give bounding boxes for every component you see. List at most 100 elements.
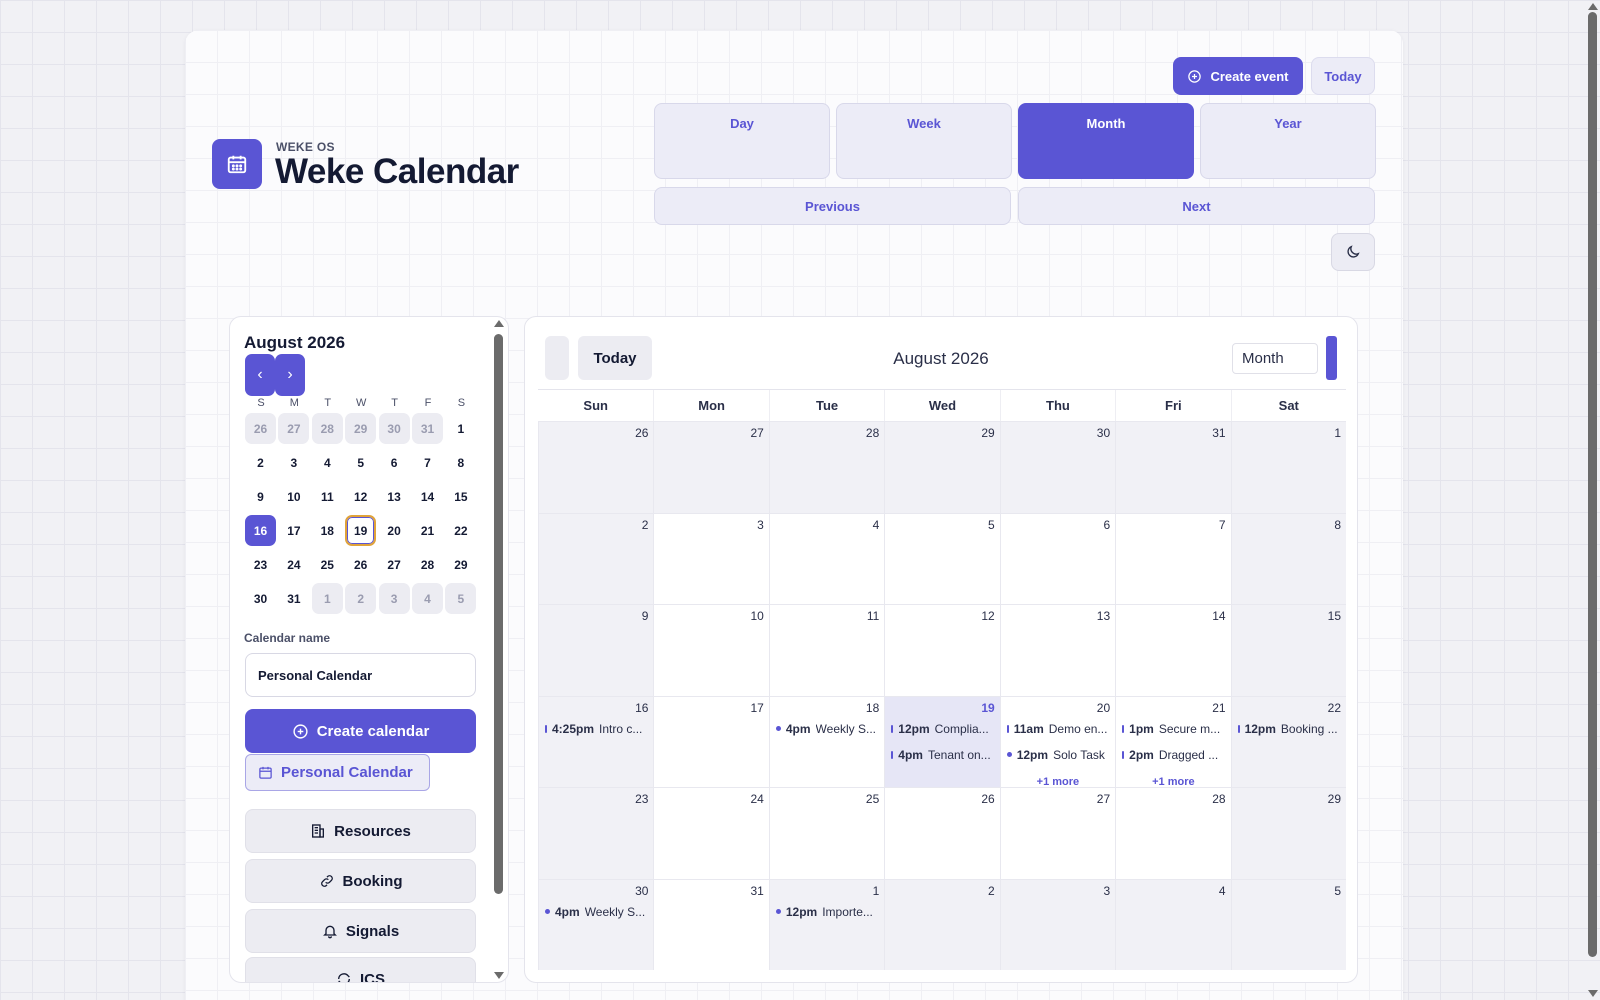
day-cell[interactable]: 19 12pm Complia... 4pm Tenant on... [884, 695, 1000, 787]
day-cell[interactable]: 29 [1230, 787, 1346, 879]
event-item[interactable]: 1pm Secure m... [1122, 721, 1226, 737]
month-view-today-button[interactable]: Today [578, 336, 652, 380]
view-tab-week[interactable]: Week [836, 103, 1012, 179]
mini-day[interactable]: 14 [412, 481, 443, 512]
mini-day[interactable]: 29 [345, 413, 377, 444]
mini-day[interactable]: 4 [412, 583, 443, 614]
page-scroll-down[interactable] [1588, 990, 1598, 997]
day-cell[interactable]: 4 [768, 512, 885, 604]
day-cell[interactable]: 5 [884, 512, 1000, 604]
day-cell[interactable]: 14 [1115, 604, 1231, 696]
mini-day[interactable]: 28 [311, 413, 343, 444]
day-cell[interactable]: 16 4:25pm Intro c... [538, 695, 654, 787]
mini-day[interactable]: 26 [345, 549, 376, 580]
mini-day[interactable]: 15 [445, 481, 476, 512]
create-event-button[interactable]: Create event [1173, 57, 1303, 95]
mini-day[interactable]: 20 [379, 515, 410, 546]
event-item[interactable]: 4pm Weekly S... [545, 904, 649, 920]
day-cell[interactable]: 28 [1115, 787, 1231, 879]
day-cell[interactable]: 28 [768, 421, 885, 513]
mini-day[interactable]: 30 [378, 413, 410, 444]
day-cell[interactable]: 30 [999, 421, 1116, 513]
calendar-name-input[interactable] [245, 653, 476, 697]
mini-day[interactable]: 28 [412, 549, 443, 580]
day-cell[interactable]: 26 [538, 421, 654, 513]
signals-button[interactable]: Signals [245, 909, 476, 953]
theme-toggle-button[interactable] [1331, 233, 1375, 271]
previous-button[interactable]: Previous [654, 187, 1011, 225]
sidebar-scroll-up[interactable] [494, 320, 504, 327]
day-cell[interactable]: 21 1pm Secure m... 2pm Dragged ... +1 more [1115, 695, 1231, 788]
day-cell[interactable]: 8 [1230, 512, 1346, 604]
event-item[interactable]: 4pm Weekly S... [775, 721, 880, 737]
mini-day[interactable]: 24 [278, 549, 309, 580]
mini-day[interactable]: 7 [412, 447, 443, 478]
mini-day[interactable]: 21 [412, 515, 443, 546]
day-cell[interactable]: 4 [1115, 878, 1231, 970]
sidebar-scrollbar[interactable] [494, 334, 503, 894]
day-cell[interactable]: 31 [1115, 421, 1231, 513]
day-cell[interactable]: 11 [768, 604, 885, 696]
calendar-chip[interactable]: Personal Calendar [245, 754, 430, 791]
month-view-next-button[interactable] [1326, 336, 1337, 380]
view-tab-year[interactable]: Year [1200, 103, 1376, 179]
view-select[interactable]: Month [1232, 343, 1318, 374]
day-cell[interactable]: 2 [538, 512, 654, 604]
next-button[interactable]: Next [1018, 187, 1375, 225]
day-cell[interactable]: 3 [999, 878, 1116, 970]
event-item[interactable]: 2pm Dragged ... [1122, 747, 1226, 763]
day-cell[interactable]: 7 [1115, 512, 1231, 604]
day-cell[interactable]: 31 [653, 878, 769, 970]
mini-day[interactable]: 2 [245, 447, 276, 478]
day-cell[interactable]: 17 [653, 695, 769, 787]
page-scrollbar[interactable] [1588, 12, 1597, 957]
mini-day[interactable]: 27 [278, 413, 310, 444]
event-item[interactable]: 12pm Booking ... [1237, 721, 1342, 737]
mini-day[interactable]: 2 [345, 583, 377, 614]
day-cell[interactable]: 26 [884, 787, 1000, 879]
mini-day[interactable]: 22 [445, 515, 476, 546]
mini-day[interactable]: 17 [278, 515, 309, 546]
event-item[interactable]: 12pm Complia... [891, 721, 995, 737]
day-cell[interactable]: 13 [999, 604, 1116, 696]
mini-day[interactable]: 12 [345, 481, 376, 512]
day-cell[interactable]: 10 [653, 604, 769, 696]
day-cell[interactable]: 12 [884, 604, 1000, 696]
mini-day[interactable]: 25 [312, 549, 343, 580]
mini-day[interactable]: 6 [379, 447, 410, 478]
day-cell[interactable]: 5 [1230, 878, 1346, 970]
event-item[interactable]: 4:25pm Intro c... [545, 721, 649, 737]
mini-day[interactable]: 5 [445, 583, 477, 614]
view-tab-day[interactable]: Day [654, 103, 830, 179]
mini-day[interactable]: 9 [245, 481, 276, 512]
mini-day[interactable]: 26 [245, 413, 276, 444]
mini-day[interactable]: 1 [445, 413, 476, 444]
mini-day[interactable]: 30 [245, 583, 276, 614]
ics-button[interactable]: ICS [245, 957, 476, 982]
day-cell[interactable]: 9 [538, 604, 654, 696]
event-item[interactable]: 11am Demo en... [1006, 721, 1111, 737]
mini-day[interactable]: 31 [278, 583, 309, 614]
event-item[interactable]: 12pm Solo Task [1006, 747, 1111, 763]
mini-day[interactable]: 4 [312, 447, 343, 478]
mini-day[interactable]: 11 [312, 481, 343, 512]
mini-day[interactable]: 19 [345, 515, 377, 546]
today-button[interactable]: Today [1311, 57, 1375, 95]
mini-day[interactable]: 8 [445, 447, 476, 478]
mini-day[interactable]: 1 [311, 583, 343, 614]
page-scroll-up[interactable] [1588, 3, 1598, 10]
mini-day[interactable]: 27 [379, 549, 410, 580]
mini-day[interactable]: 23 [245, 549, 276, 580]
event-item[interactable]: 12pm Importe... [775, 904, 880, 920]
day-cell[interactable]: 3 [653, 512, 769, 604]
mini-day[interactable]: 31 [412, 413, 443, 444]
mini-next-month-button[interactable]: › [275, 354, 305, 396]
day-cell[interactable]: 29 [884, 421, 1000, 513]
mini-day[interactable]: 5 [345, 447, 376, 478]
resources-button[interactable]: Resources [245, 809, 476, 853]
event-item[interactable]: 4pm Tenant on... [891, 747, 995, 763]
day-cell[interactable]: 2 [884, 878, 1000, 970]
mini-day[interactable]: 18 [312, 515, 343, 546]
mini-day[interactable]: 10 [278, 481, 309, 512]
day-cell[interactable]: 1 12pm Importe... [768, 878, 885, 970]
